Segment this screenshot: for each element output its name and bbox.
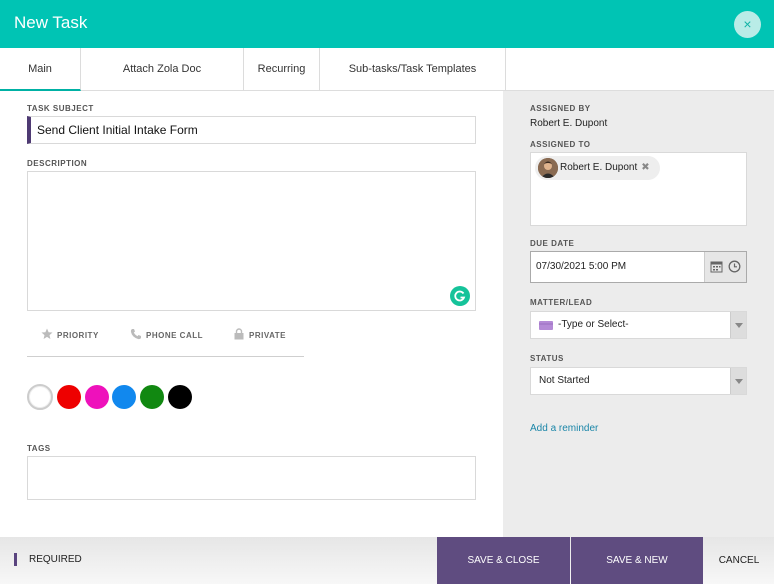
phone-call-toggle[interactable]: PHONE CALL	[130, 328, 203, 340]
matter-lead-value: -Type or Select-	[558, 319, 629, 330]
tags-input[interactable]	[27, 456, 476, 500]
chevron-down-icon	[730, 368, 746, 394]
color-swatch-magenta[interactable]	[85, 385, 109, 409]
status-value: Not Started	[539, 375, 590, 386]
tab-main[interactable]: Main	[0, 48, 81, 91]
lock-icon	[234, 328, 244, 340]
add-reminder-link[interactable]: Add a reminder	[530, 423, 598, 434]
phone-icon	[130, 329, 141, 340]
assigned-by-label: ASSIGNED BY	[530, 104, 591, 113]
tab-recurring[interactable]: Recurring	[244, 48, 320, 91]
priority-toggle[interactable]: PRIORITY	[41, 328, 99, 340]
task-subject-input[interactable]: Send Client Initial Intake Form	[27, 116, 476, 144]
star-icon	[41, 328, 53, 339]
due-date-label: DUE DATE	[530, 239, 575, 248]
tags-label: TAGS	[27, 444, 51, 453]
clock-icon[interactable]	[728, 260, 741, 273]
priority-label: PRIORITY	[57, 331, 99, 340]
required-legend: REQUIRED	[14, 553, 82, 566]
dialog-title: New Task	[14, 13, 88, 32]
dialog-header: New Task ×	[0, 0, 774, 48]
color-swatch-green[interactable]	[140, 385, 164, 409]
color-swatch-red[interactable]	[57, 385, 81, 409]
remove-assignee-icon[interactable]: ✖	[641, 162, 649, 173]
due-date-pickers	[704, 252, 746, 282]
matter-lead-select[interactable]: -Type or Select-	[530, 311, 747, 339]
phone-call-label: PHONE CALL	[146, 331, 203, 340]
color-swatch-blue[interactable]	[112, 385, 136, 409]
calendar-icon[interactable]	[710, 260, 723, 273]
tab-bar: Main Attach Zola Doc Recurring Sub-tasks…	[0, 48, 774, 91]
private-toggle[interactable]: PRIVATE	[233, 328, 286, 340]
private-label: PRIVATE	[249, 331, 286, 340]
save-new-button[interactable]: SAVE & NEW	[571, 537, 703, 584]
new-task-dialog: New Task × Main Attach Zola Doc Recurrin…	[0, 0, 774, 584]
avatar	[538, 158, 558, 178]
assigned-by-value: Robert E. Dupont	[530, 118, 608, 129]
description-label: DESCRIPTION	[27, 159, 88, 168]
color-swatch-white[interactable]	[27, 384, 53, 410]
close-icon[interactable]: ×	[734, 11, 761, 38]
assignee-name: Robert E. Dupont	[560, 162, 638, 173]
color-swatch-black[interactable]	[168, 385, 192, 409]
tab-attach-zola-doc[interactable]: Attach Zola Doc	[81, 48, 244, 91]
save-close-button[interactable]: SAVE & CLOSE	[437, 537, 570, 584]
cancel-button[interactable]: CANCEL	[704, 537, 774, 584]
description-textarea[interactable]	[27, 171, 476, 311]
grammarly-icon[interactable]	[450, 286, 470, 306]
assigned-to-label: ASSIGNED TO	[530, 140, 591, 149]
status-label: STATUS	[530, 354, 564, 363]
briefcase-icon	[539, 321, 553, 330]
chevron-down-icon	[730, 312, 746, 338]
options-divider	[27, 356, 304, 357]
task-subject-label: TASK SUBJECT	[27, 104, 94, 113]
status-select[interactable]: Not Started	[530, 367, 747, 395]
matter-lead-label: MATTER/LEAD	[530, 298, 593, 307]
assignee-chip: Robert E. Dupont ✖	[535, 156, 660, 180]
tab-subtasks[interactable]: Sub-tasks/Task Templates	[320, 48, 506, 91]
